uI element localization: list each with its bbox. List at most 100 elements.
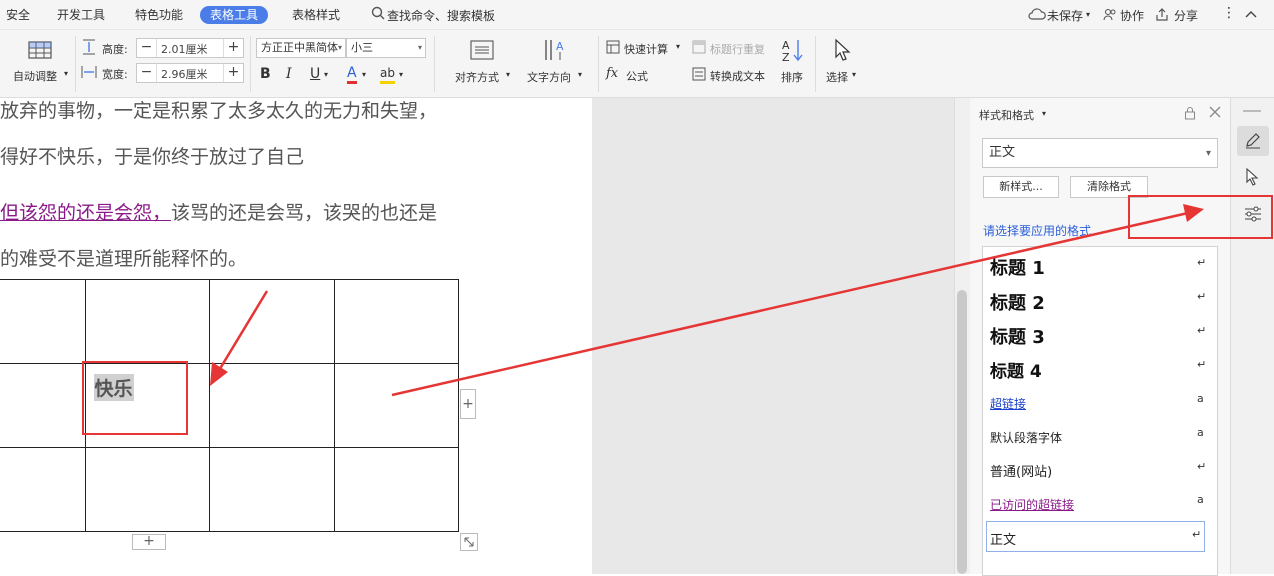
style-heading-4[interactable]: 标题 4 (990, 357, 1042, 382)
style-list[interactable]: 标题 1 ↵ 标题 2 ↵ 标题 3 ↵ 标题 4 ↵ 超链接 a 默认段落字体… (982, 246, 1218, 576)
more-icon[interactable]: ⋮ (1222, 5, 1236, 21)
add-row-button[interactable]: + (132, 534, 166, 550)
table-cell[interactable] (333, 363, 459, 448)
select-button[interactable]: 选择 (826, 69, 848, 85)
sort-icon[interactable]: AZ (780, 37, 806, 66)
chevron-down-icon[interactable]: ▾ (399, 70, 403, 79)
height-value[interactable]: 2.01厘米 (161, 41, 208, 57)
convert-to-text-button[interactable]: 转换成文本 (710, 68, 765, 84)
search-command-box[interactable]: 查找命令、搜索模板 (387, 7, 495, 24)
char-style-icon: a (1197, 392, 1204, 405)
chevron-down-icon[interactable]: ▾ (578, 70, 582, 79)
chevron-down-icon[interactable]: ▾ (362, 70, 366, 79)
style-normal-web[interactable]: 普通(网站) (990, 461, 1052, 480)
text-direction-icon[interactable]: A (542, 38, 568, 65)
cursor-icon[interactable] (833, 38, 853, 65)
width-value[interactable]: 2.96厘米 (161, 66, 208, 82)
table-cell[interactable] (209, 447, 335, 532)
autofit-icon[interactable] (28, 39, 52, 64)
table-cell[interactable] (84, 279, 210, 364)
share-button[interactable]: 分享 (1174, 7, 1198, 24)
document-page[interactable]: 放弃的事物，一定是积累了太多太久的无力和失望， 得好不快乐，于是你终于放过了自己… (0, 98, 592, 574)
doc-line-2[interactable]: 得好不快乐，于是你终于放过了自己 (0, 142, 304, 169)
align-button[interactable]: 对齐方式 (455, 69, 499, 85)
chevron-down-icon[interactable]: ▾ (1206, 140, 1211, 167)
tab-special-features[interactable]: 特色功能 (135, 6, 183, 24)
doc-line-4[interactable]: 的难受不是道理所能释怀的。 (0, 244, 247, 271)
style-visited-hyperlink[interactable]: 已访问的超链接 (990, 496, 1074, 513)
cloud-icon (1028, 8, 1046, 23)
highlight-button[interactable]: ab (380, 66, 395, 84)
font-name-select[interactable]: 方正正中黑简体 ▾ (256, 38, 346, 58)
font-size-select[interactable]: 小三 ▾ (346, 38, 426, 58)
add-column-button[interactable]: + (460, 389, 476, 419)
chevron-down-icon[interactable]: ▾ (324, 70, 328, 79)
document-table[interactable]: 快乐 (0, 279, 459, 532)
panel-title[interactable]: 样式和格式 (979, 107, 1034, 123)
calculator-icon[interactable] (606, 40, 620, 57)
autofit-button[interactable]: 自动调整 (13, 68, 57, 84)
tab-table-style[interactable]: 表格样式 (292, 6, 340, 24)
plus-icon[interactable]: + (223, 39, 243, 57)
chevron-down-icon[interactable]: ▾ (1086, 10, 1090, 19)
doc-line-1[interactable]: 放弃的事物，一定是积累了太多太久的无力和失望， (0, 96, 437, 123)
font-color-button[interactable]: A (347, 66, 357, 84)
tab-security[interactable]: 安全 (6, 6, 30, 24)
style-heading-1[interactable]: 标题 1 (990, 254, 1045, 280)
style-heading-2[interactable]: 标题 2 (990, 289, 1045, 315)
close-icon[interactable] (1209, 106, 1221, 121)
table-cell[interactable] (209, 279, 335, 364)
drag-handle[interactable] (1243, 110, 1261, 112)
style-default-font[interactable]: 默认段落字体 (990, 429, 1062, 446)
text-direction-button[interactable]: 文字方向 (527, 69, 571, 85)
unsaved-status[interactable]: 未保存 (1047, 7, 1083, 24)
table-cell[interactable] (333, 279, 459, 364)
paragraph-mark-icon: ↵ (1197, 324, 1207, 337)
style-item-selected[interactable]: 正文 ↵ (986, 521, 1205, 552)
tab-dev-tools[interactable]: 开发工具 (57, 6, 105, 24)
tab-table-tools[interactable]: 表格工具 (200, 6, 269, 24)
paragraph-mark-icon: ↵ (1197, 460, 1207, 473)
table-cell[interactable] (0, 363, 86, 448)
table-cell[interactable] (84, 447, 210, 532)
plus-icon[interactable]: + (223, 64, 243, 82)
style-heading-3[interactable]: 标题 3 (990, 323, 1045, 349)
search-icon[interactable] (371, 6, 385, 23)
scrollbar-thumb[interactable] (957, 290, 967, 574)
bold-button[interactable]: B (260, 66, 271, 82)
minus-icon[interactable]: − (137, 39, 157, 57)
style-tool-button[interactable] (1237, 126, 1269, 156)
chevron-down-icon[interactable]: ▾ (852, 70, 856, 79)
table-cell[interactable] (333, 447, 459, 532)
lock-icon[interactable] (1184, 106, 1196, 123)
minus-icon[interactable]: − (137, 64, 157, 82)
italic-button[interactable]: I (286, 66, 292, 82)
table-cell[interactable] (0, 279, 86, 364)
align-icon[interactable] (470, 40, 494, 63)
formula-button[interactable]: 公式 (626, 68, 648, 84)
chevron-down-icon[interactable]: ▾ (418, 39, 422, 57)
quick-calc-button[interactable]: 快速计算 (624, 41, 668, 57)
collab-button[interactable]: 协作 (1120, 7, 1144, 24)
chevron-down-icon[interactable]: ▾ (1042, 109, 1046, 118)
cursor-icon[interactable] (1245, 167, 1261, 189)
style-body-text[interactable]: 正文 (990, 529, 1016, 548)
fx-icon[interactable]: fx (606, 66, 618, 81)
chevron-down-icon[interactable]: ▾ (64, 69, 68, 78)
table-cell[interactable] (0, 447, 86, 532)
collapse-ribbon-icon[interactable] (1244, 8, 1258, 22)
chevron-down-icon[interactable]: ▾ (676, 42, 680, 51)
resize-table-icon[interactable] (460, 533, 478, 554)
width-stepper[interactable]: − 2.96厘米 + (136, 63, 244, 83)
chevron-down-icon[interactable]: ▾ (506, 70, 510, 79)
table-cell[interactable] (209, 363, 335, 448)
style-hyperlink[interactable]: 超链接 (990, 395, 1026, 412)
height-stepper[interactable]: − 2.01厘米 + (136, 38, 244, 58)
new-style-button[interactable]: 新样式... (983, 176, 1059, 198)
underline-button[interactable]: U (310, 66, 320, 82)
hyperlink-text[interactable]: 但该怨的还是会怨， (0, 202, 171, 224)
current-style-select[interactable]: 正文 ▾ (982, 138, 1218, 168)
chevron-down-icon[interactable]: ▾ (338, 39, 342, 57)
sort-button[interactable]: 排序 (781, 69, 803, 85)
doc-line-3[interactable]: 但该怨的还是会怨，该骂的还是会骂，该哭的也还是 (0, 198, 437, 225)
